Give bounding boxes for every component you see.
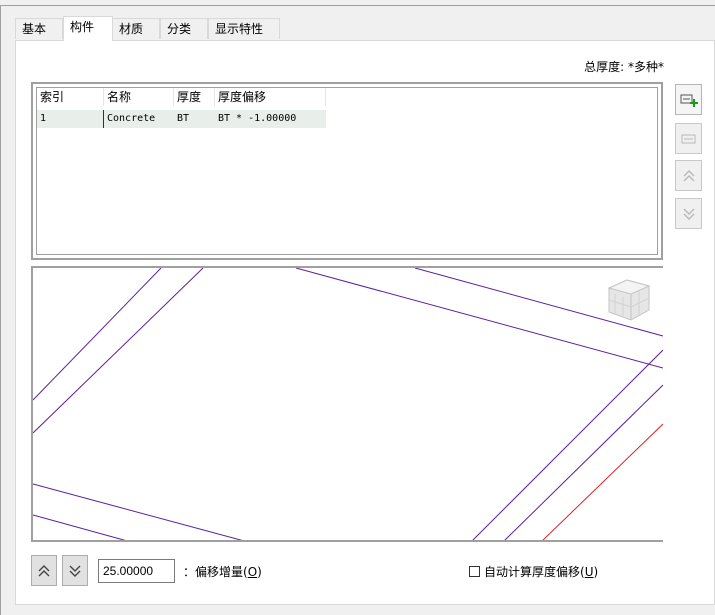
section-preview[interactable] (31, 266, 663, 542)
grid-header-name[interactable]: 名称 (104, 88, 174, 106)
grid-header-thickness-offset[interactable]: 厚度偏移 (215, 88, 326, 106)
add-layer-button[interactable] (675, 84, 702, 115)
offset-down-button[interactable] (62, 555, 88, 586)
view-cube-icon (607, 279, 651, 321)
cell-thickness[interactable]: BT (174, 110, 215, 128)
tab-material[interactable]: 材质 (112, 18, 160, 39)
add-layer-icon (680, 94, 698, 107)
window-left-border (0, 5, 1, 615)
auto-calc-offset-label: 自动计算厚度偏移(U) (484, 565, 599, 579)
grid-header-row: 索引 名称 厚度 厚度偏移 (37, 88, 326, 106)
preview-canvas (33, 268, 663, 540)
tab-classification[interactable]: 分类 (160, 18, 208, 39)
remove-layer-icon (681, 134, 695, 143)
move-down-icon (683, 208, 694, 220)
move-down-button[interactable] (675, 198, 702, 229)
offset-increment-label: ：偏移增量(O) (183, 565, 262, 579)
move-up-button[interactable] (675, 160, 702, 191)
cell-thickness-offset[interactable]: BT * -1.00000 (215, 110, 326, 128)
checkbox-box[interactable] (469, 566, 480, 577)
double-chevron-down-icon (69, 565, 81, 577)
offset-up-button[interactable] (31, 555, 57, 586)
cell-name[interactable]: Concrete (103, 110, 174, 128)
offset-increment-input[interactable]: 25.00000 (98, 559, 175, 583)
grid-header-thickness[interactable]: 厚度 (174, 88, 215, 106)
tab-components[interactable]: 构件 (63, 16, 113, 41)
remove-layer-button[interactable] (675, 123, 702, 154)
component-grid-body: 索引 名称 厚度 厚度偏移 1 Concrete BT BT * -1.0000… (36, 87, 658, 255)
window-top-border (0, 5, 715, 6)
preview-lines (33, 268, 663, 540)
double-chevron-up-icon (38, 564, 50, 576)
table-row[interactable]: 1 Concrete BT BT * -1.00000 (37, 110, 326, 128)
auto-calc-offset-checkbox[interactable]: 自动计算厚度偏移(U) (469, 563, 598, 580)
cell-index[interactable]: 1 (37, 110, 104, 128)
tab-basic[interactable]: 基本 (15, 18, 63, 39)
grid-header-index[interactable]: 索引 (37, 88, 104, 106)
total-thickness: 总厚度: *多种* (584, 60, 664, 74)
move-up-icon (683, 169, 694, 181)
tab-display-properties[interactable]: 显示特性 (208, 18, 280, 39)
component-grid[interactable]: 索引 名称 厚度 厚度偏移 1 Concrete BT BT * -1.0000… (31, 82, 663, 260)
